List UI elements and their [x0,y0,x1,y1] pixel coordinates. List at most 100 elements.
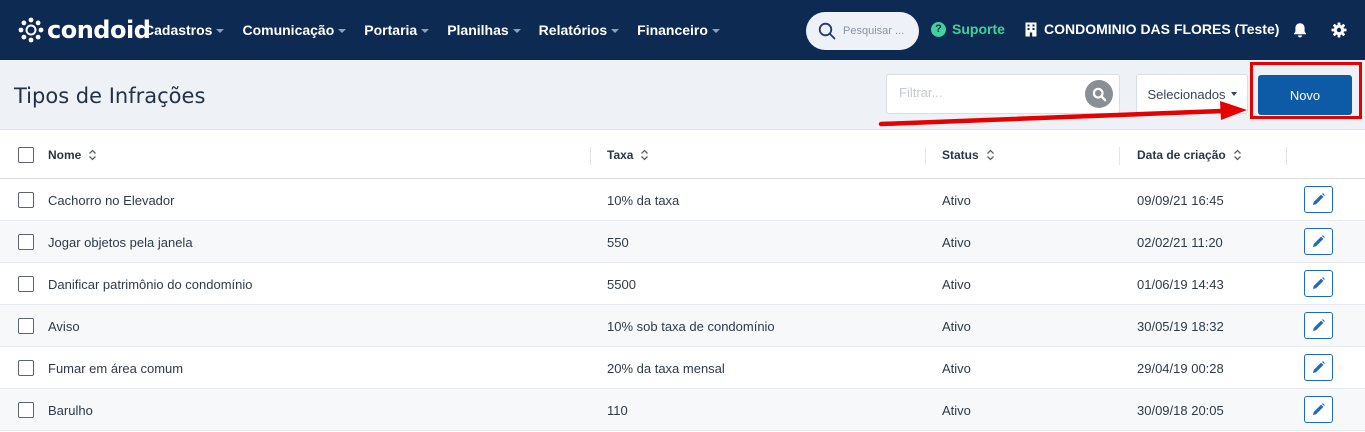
selected-actions-dropdown[interactable]: Selecionados [1136,74,1248,114]
condo-selector[interactable]: CONDOMINIO DAS FLORES (Teste) [1025,21,1279,37]
nav-item-planilhas[interactable]: Planilhas [447,22,521,38]
select-all-checkbox[interactable] [18,147,34,163]
chevron-down-icon [512,29,521,33]
cell-data-criacao: 30/05/19 18:32 [1137,319,1224,334]
edit-button[interactable] [1304,186,1333,213]
chevron-down-icon [216,29,225,33]
sort-icon [89,149,97,161]
column-divider [590,147,591,165]
gear-icon[interactable] [1331,22,1347,38]
pencil-icon [1313,403,1325,415]
column-divider [1286,147,1287,165]
search-icon [818,22,836,40]
row-checkbox[interactable] [18,360,34,376]
cell-nome: Barulho [48,403,93,418]
row-checkbox[interactable] [18,234,34,250]
table-body: Cachorro no Elevador 10% da taxa Ativo 0… [0,179,1365,431]
column-header-status[interactable]: Status [942,148,995,162]
filter-search-button[interactable] [1085,80,1113,108]
pencil-icon [1313,277,1325,289]
cell-data-criacao: 29/04/19 00:28 [1137,361,1224,376]
nav-item-label: Portaria [364,22,418,38]
table-row[interactable]: Jogar objetos pela janela 550 Ativo 02/0… [0,221,1365,263]
column-header-taxa[interactable]: Taxa [607,148,649,162]
cell-nome: Fumar em área comum [48,361,184,376]
brand-name: condoid [47,16,151,44]
page-toolbar: Tipos de Infrações Selecionados Novo [0,60,1365,130]
cell-status: Ativo [942,403,971,418]
edit-button[interactable] [1304,270,1333,297]
nav-item-label: Cadastros [144,22,213,38]
main-menu: Cadastros Comunicação Portaria Planilhas… [144,0,738,60]
cell-nome: Aviso [48,319,80,334]
cell-taxa: 20% da taxa mensal [607,361,725,376]
column-divider [925,147,926,165]
column-header-label: Nome [48,148,82,162]
sort-icon [986,149,994,161]
cell-taxa: 550 [607,235,629,250]
chevron-down-icon [421,29,430,33]
column-header-label: Status [942,148,979,162]
global-search[interactable] [806,12,919,50]
pencil-icon [1313,361,1325,373]
support-label: Suporte [952,21,1005,37]
selected-actions-label: Selecionados [1147,86,1226,102]
new-button[interactable]: Novo [1258,75,1352,115]
table-row[interactable]: Cachorro no Elevador 10% da taxa Ativo 0… [0,179,1365,221]
cell-status: Ativo [942,277,971,292]
pencil-icon [1313,235,1325,247]
building-icon [1025,22,1037,36]
column-header-nome[interactable]: Nome [48,148,97,162]
nav-item-relatorios[interactable]: Relatórios [539,22,620,38]
pencil-icon [1313,319,1325,331]
chevron-down-icon [338,29,347,33]
column-header-label: Taxa [607,148,634,162]
chevron-down-icon [711,29,720,33]
row-checkbox[interactable] [18,192,34,208]
cell-status: Ativo [942,319,971,334]
edit-button[interactable] [1304,396,1333,423]
nav-item-cadastros[interactable]: Cadastros [144,22,225,38]
edit-button[interactable] [1304,228,1333,255]
filter-input[interactable] [899,85,1079,100]
cell-status: Ativo [942,361,971,376]
row-checkbox[interactable] [18,276,34,292]
sort-icon [641,149,649,161]
nav-item-financeiro[interactable]: Financeiro [637,22,720,38]
nav-item-portaria[interactable]: Portaria [364,22,430,38]
cell-status: Ativo [942,193,971,208]
question-circle-icon: ? [931,21,946,37]
table-row[interactable]: Aviso 10% sob taxa de condomínio Ativo 3… [0,305,1365,347]
cell-data-criacao: 09/09/21 16:45 [1137,193,1224,208]
caret-down-icon [1230,92,1237,96]
column-header-label: Data de criação [1137,148,1226,162]
nav-item-comunicacao[interactable]: Comunicação [242,22,347,38]
chevron-down-icon [611,29,620,33]
cell-data-criacao: 01/06/19 14:43 [1137,277,1224,292]
cell-taxa: 5500 [607,277,636,292]
cell-data-criacao: 30/09/18 20:05 [1137,403,1224,418]
global-search-input[interactable] [843,25,913,37]
infractions-table: Nome Taxa Status Data de criação Cachorr… [0,130,1365,431]
table-header: Nome Taxa Status Data de criação [0,130,1365,179]
table-row[interactable]: Barulho 110 Ativo 30/09/18 20:05 [0,389,1365,431]
row-checkbox[interactable] [18,402,34,418]
condo-name: CONDOMINIO DAS FLORES (Teste) [1044,21,1280,37]
support-link[interactable]: ? Suporte [931,21,1005,37]
cell-nome: Jogar objetos pela janela [48,235,193,250]
table-row[interactable]: Fumar em área comum 20% da taxa mensal A… [0,347,1365,389]
table-row[interactable]: Danificar patrimônio do condomínio 5500 … [0,263,1365,305]
row-checkbox[interactable] [18,318,34,334]
edit-button[interactable] [1304,354,1333,381]
cell-taxa: 110 [607,403,628,418]
condoid-logo-icon [18,17,44,43]
edit-button[interactable] [1304,312,1333,339]
column-header-data-criacao[interactable]: Data de criação [1137,148,1242,162]
top-navbar: condoid Cadastros Comunicação Portaria P… [0,0,1365,60]
page-title: Tipos de Infrações [14,84,206,108]
filter-box [886,74,1120,114]
pencil-icon [1313,193,1325,205]
cell-taxa: 10% sob taxa de condomínio [607,319,775,334]
brand-logo[interactable]: condoid [18,15,151,45]
bell-icon[interactable] [1292,22,1308,39]
